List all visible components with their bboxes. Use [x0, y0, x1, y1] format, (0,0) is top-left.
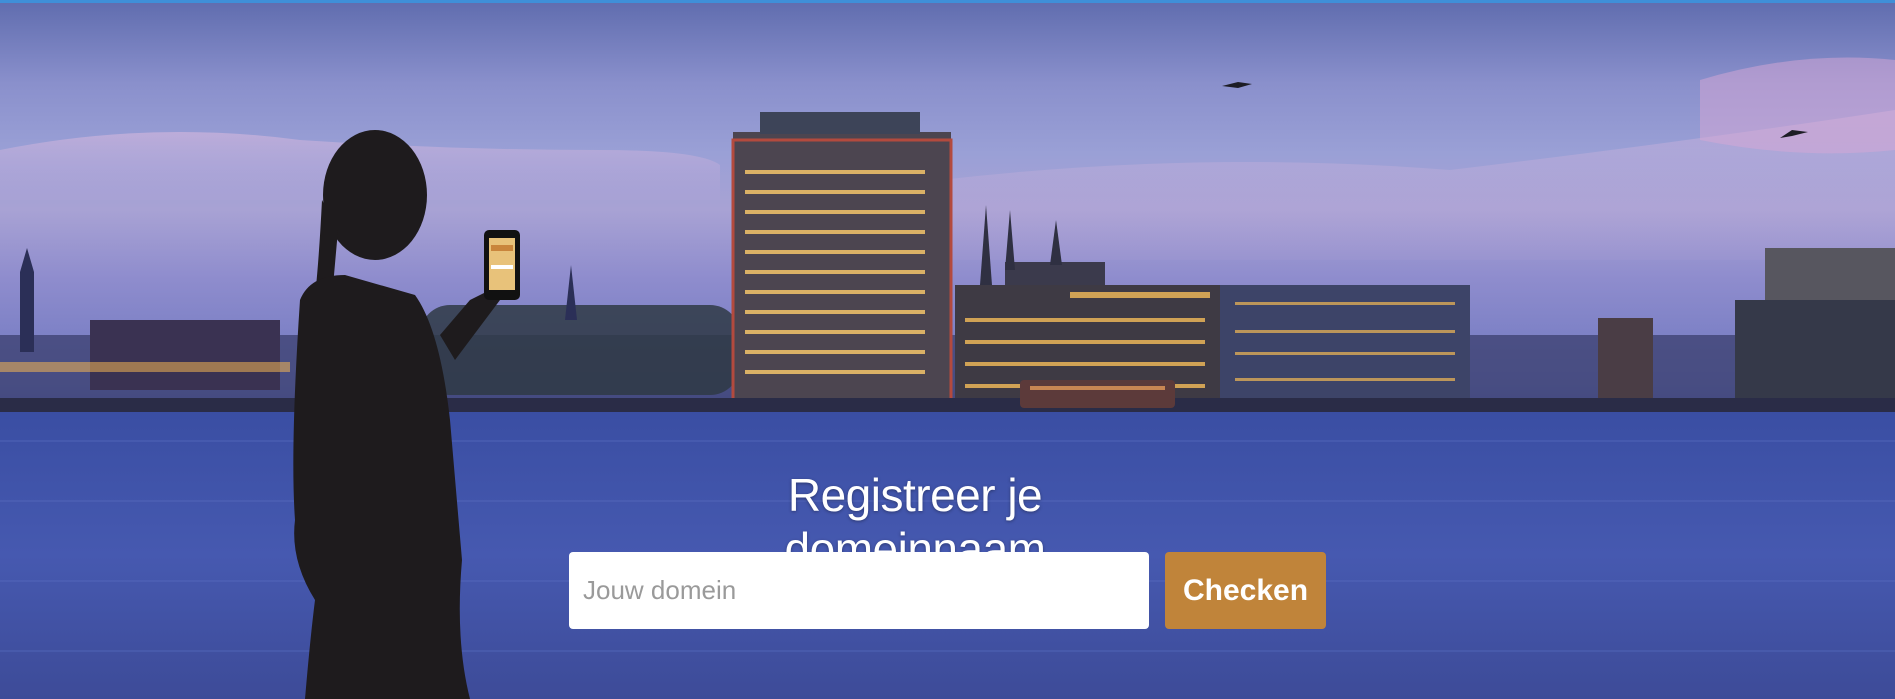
bird-icon	[1222, 82, 1252, 88]
check-domain-button[interactable]: Checken	[1165, 552, 1326, 629]
left-tower-spire	[20, 248, 34, 272]
right-mid-building	[1598, 318, 1653, 398]
right-building-tall	[1765, 248, 1895, 303]
riverboat-lights	[1030, 386, 1165, 390]
left-tower	[20, 272, 34, 352]
church-spire-mid	[565, 265, 577, 320]
left-lights	[0, 362, 290, 372]
main-tower-top	[760, 112, 920, 134]
hero-banner: Registreer je domeinnaam Checken	[0, 0, 1895, 699]
quay	[0, 398, 1895, 412]
right-building-low	[1735, 300, 1895, 400]
smartphone-icon	[484, 230, 520, 300]
left-buildings	[90, 320, 280, 390]
cloud-pink-right	[1700, 57, 1895, 154]
domain-search-input[interactable]	[569, 552, 1149, 629]
riverboat	[1020, 380, 1175, 408]
